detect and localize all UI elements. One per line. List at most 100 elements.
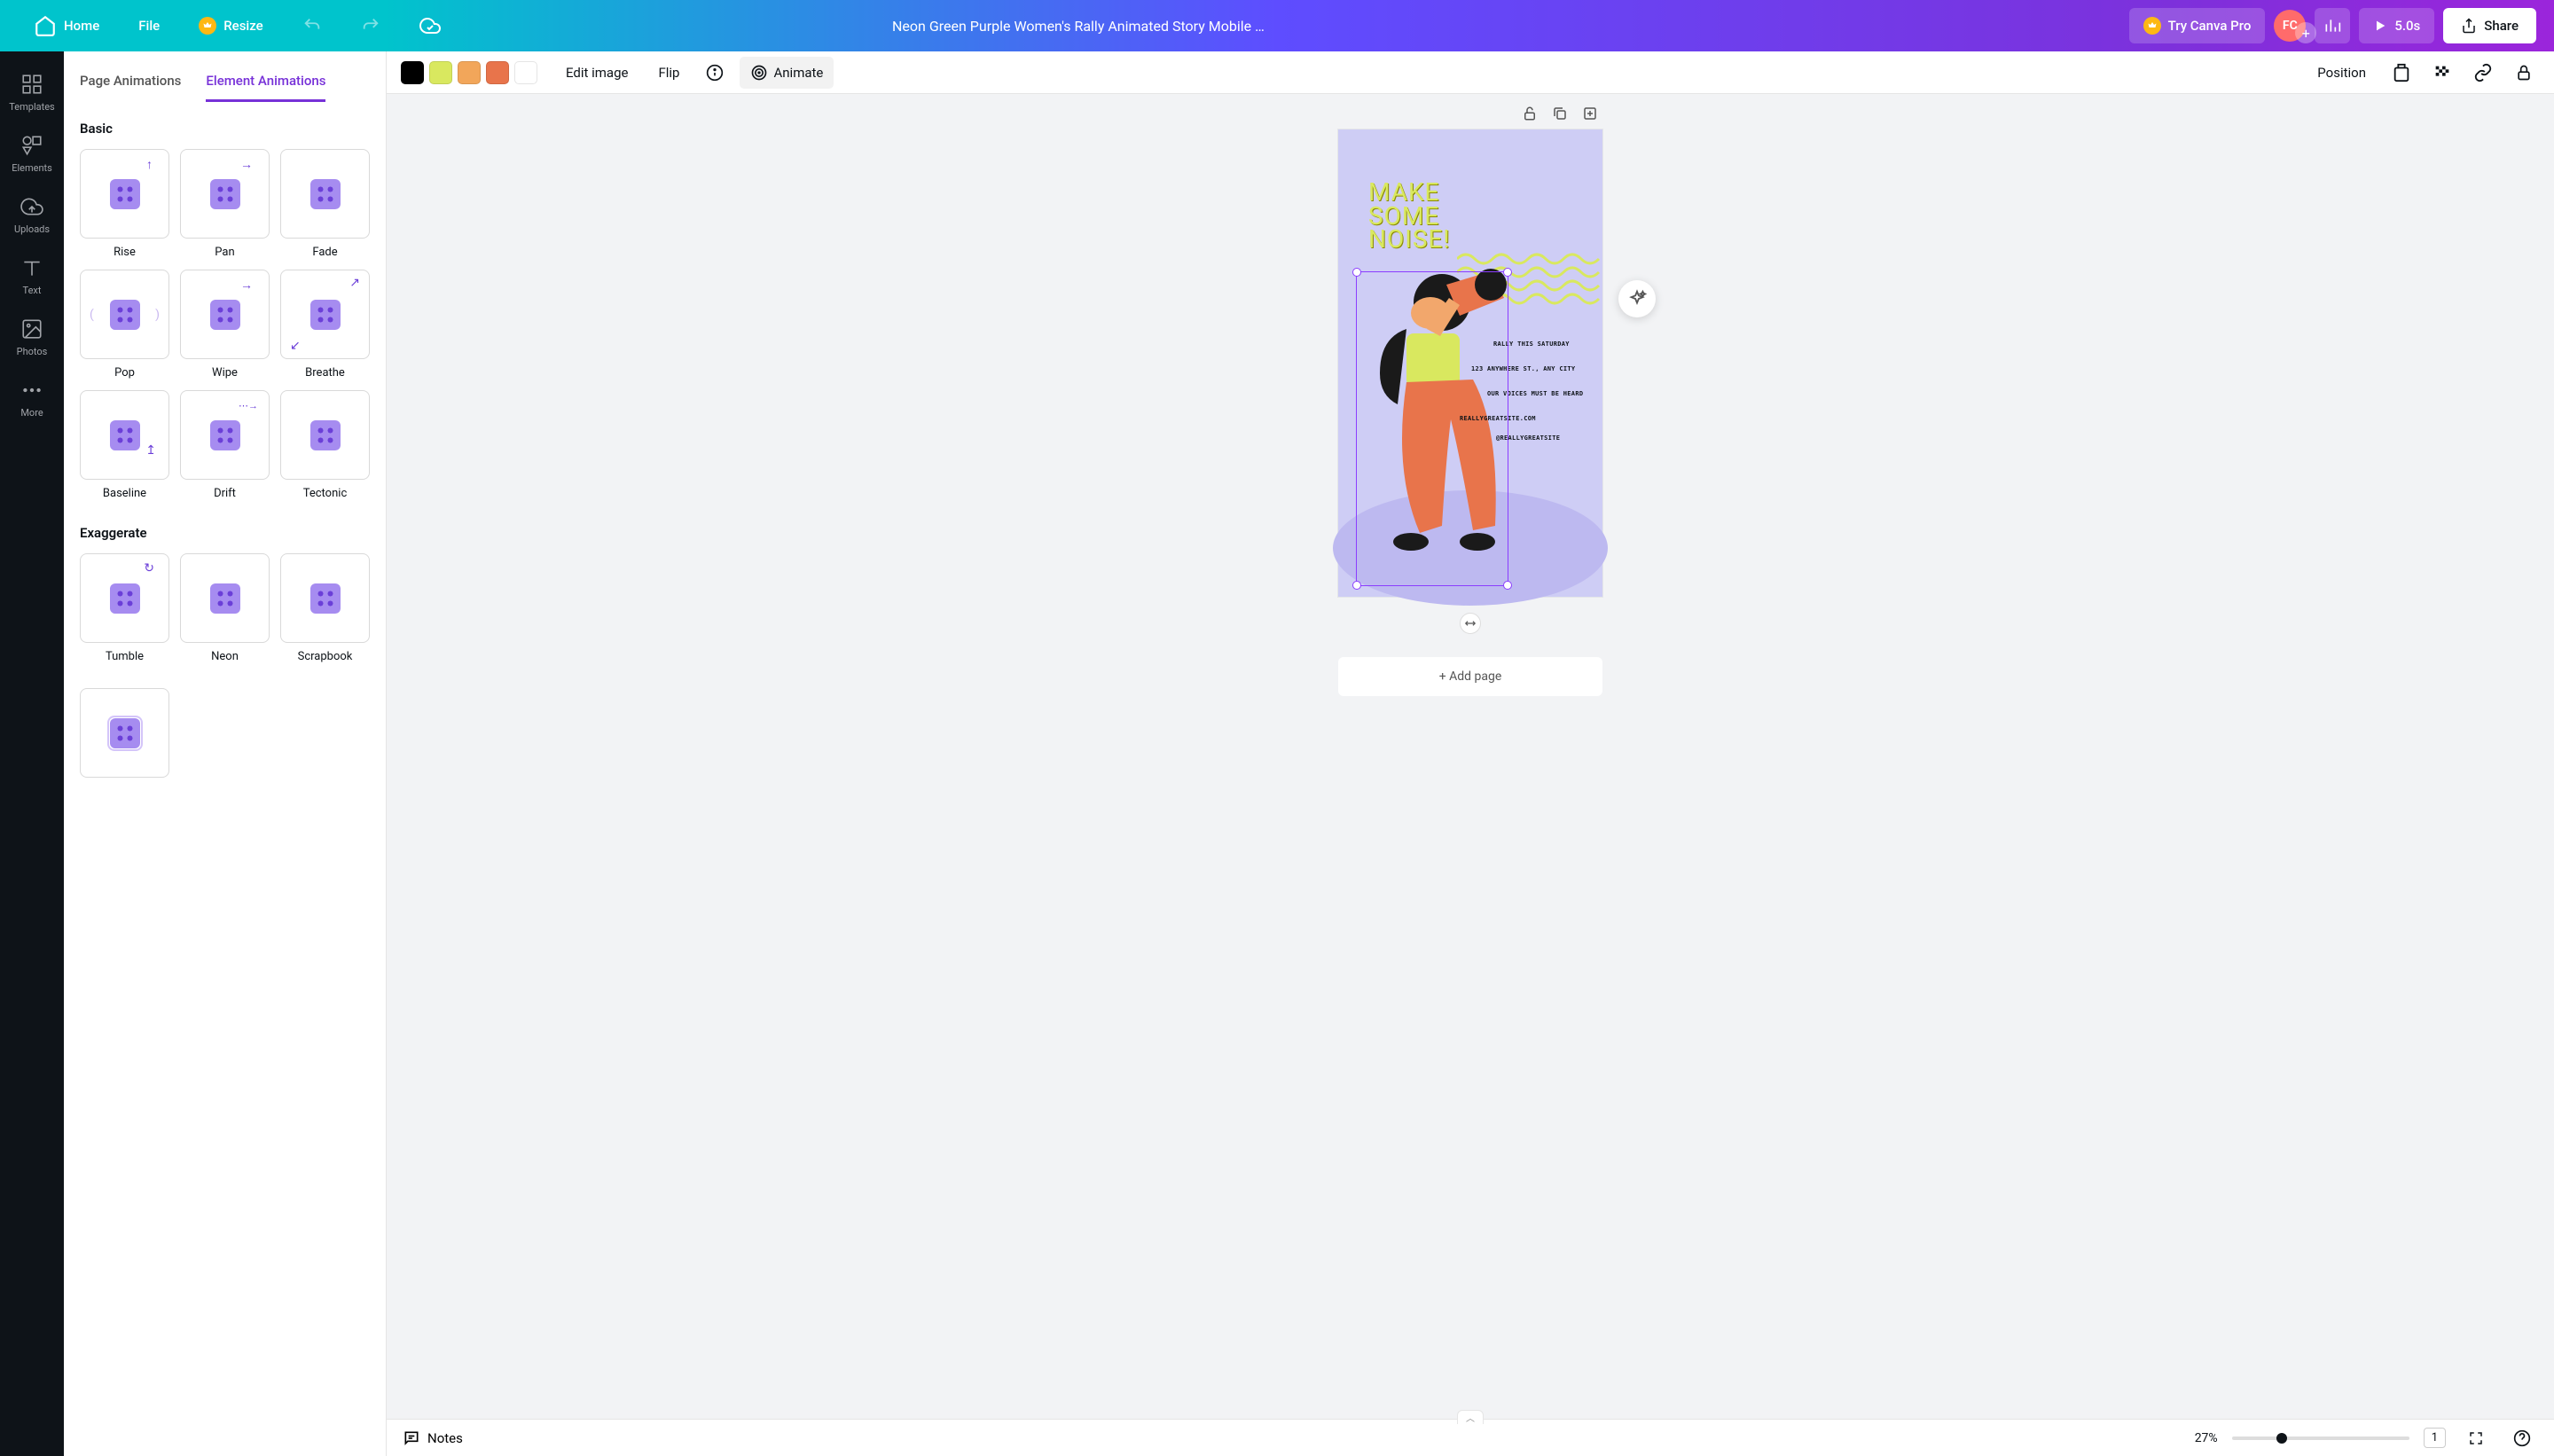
expand-timeline-button[interactable]: ︿ (1457, 1410, 1484, 1424)
selection-handle-sw[interactable] (1352, 581, 1361, 590)
rail-label: Text (23, 285, 42, 296)
share-label: Share (2484, 18, 2519, 34)
position-button[interactable]: Position (2307, 58, 2377, 88)
transparency-button[interactable] (2426, 57, 2458, 89)
selection-box[interactable] (1356, 271, 1508, 586)
animation-card-extra[interactable] (80, 688, 169, 778)
animation-card-fade[interactable]: Fade (280, 149, 370, 259)
swap-pages-button[interactable] (1460, 613, 1481, 634)
duplicate-icon (1552, 106, 1568, 121)
selection-handle-se[interactable] (1503, 581, 1512, 590)
selection-handle-nw[interactable] (1352, 268, 1361, 277)
add-page-button[interactable]: + Add page (1338, 657, 1602, 696)
headline-text[interactable]: MAKE SOME NOISE! (1368, 181, 1451, 252)
help-icon (2513, 1429, 2531, 1447)
animation-thumb (280, 149, 370, 239)
page-actions (1517, 101, 1602, 126)
notes-button[interactable]: Notes (403, 1429, 463, 1447)
animation-label: Scrapbook (298, 650, 353, 663)
page-count-badge[interactable]: 1 (2424, 1428, 2446, 1448)
animation-card-baseline[interactable]: ↥Baseline (80, 390, 169, 500)
animation-thumb (180, 553, 270, 643)
edit-image-button[interactable]: Edit image (555, 58, 638, 88)
animation-thumb: ↗↙ (280, 270, 370, 359)
try-pro-button[interactable]: Try Canva Pro (2129, 8, 2266, 43)
zoom-thumb[interactable] (2276, 1433, 2287, 1444)
animation-thumb (80, 688, 169, 778)
fullscreen-button[interactable] (2460, 1422, 2492, 1454)
animation-card-tectonic[interactable]: Tectonic (280, 390, 370, 500)
tab-element-animations[interactable]: Element Animations (206, 66, 325, 102)
cloud-check-icon (419, 15, 441, 36)
rail-uploads[interactable]: Uploads (0, 184, 64, 246)
insights-button[interactable] (2315, 8, 2350, 43)
zoom-slider[interactable] (2232, 1436, 2409, 1440)
resize-button[interactable]: Resize (183, 8, 278, 43)
section-basic-title: Basic (80, 121, 370, 137)
animation-label: Tectonic (303, 487, 348, 500)
animate-icon (750, 64, 768, 82)
rail-elements[interactable]: Elements (0, 123, 64, 184)
animate-button[interactable]: Animate (740, 57, 834, 89)
play-button[interactable]: 5.0s (2359, 8, 2434, 43)
animation-card-rise[interactable]: ↑Rise (80, 149, 169, 259)
animation-card-pan[interactable]: →Pan (180, 149, 270, 259)
notes-icon (403, 1429, 420, 1447)
undo-button[interactable] (286, 7, 338, 44)
rail-more[interactable]: More (0, 368, 64, 429)
add-page-wrapper: + Add page (1338, 622, 1602, 696)
info-button[interactable] (699, 57, 731, 89)
animation-thumb: → (180, 149, 270, 239)
animation-thumb: ↑ (80, 149, 169, 239)
cloud-sync-button[interactable] (403, 6, 457, 45)
color-swatch[interactable] (429, 61, 452, 84)
home-button[interactable]: Home (18, 5, 115, 46)
share-button[interactable]: Share (2443, 8, 2536, 43)
help-button[interactable] (2506, 1422, 2538, 1454)
page-duplicate-button[interactable] (1547, 101, 1572, 126)
extra-grid (80, 688, 370, 778)
canvas-page[interactable]: MAKE SOME NOISE! (1338, 129, 1602, 597)
link-button[interactable] (2467, 57, 2499, 89)
animation-thumb (280, 390, 370, 480)
rail-templates[interactable]: Templates (0, 62, 64, 123)
copy-style-button[interactable] (2386, 57, 2417, 89)
redo-button[interactable] (345, 7, 396, 44)
rail-label: Templates (9, 101, 54, 113)
animation-card-breathe[interactable]: ↗↙Breathe (280, 270, 370, 380)
animation-thumb: ⋯→ (180, 390, 270, 480)
animation-label: Pop (114, 366, 135, 380)
animation-card-neon[interactable]: Neon (180, 553, 270, 663)
canvas-area: Edit image Flip Animate Position (387, 51, 2554, 1456)
avatar-group[interactable]: FC + (2274, 10, 2306, 42)
animation-card-pop[interactable]: ()Pop (80, 270, 169, 380)
animations-panel: Page Animations Element Animations Basic… (64, 51, 387, 1456)
chart-icon (2323, 17, 2341, 35)
animation-label: Fade (312, 246, 337, 259)
animation-card-scrapbook[interactable]: Scrapbook (280, 553, 370, 663)
color-swatch[interactable] (514, 61, 537, 84)
page-add-button[interactable] (1578, 101, 1602, 126)
color-swatch[interactable] (401, 61, 424, 84)
ai-assist-fab[interactable] (1618, 280, 1656, 317)
document-title[interactable]: Neon Green Purple Women's Rally Animated… (892, 18, 1265, 35)
animation-card-tumble[interactable]: ↻Tumble (80, 553, 169, 663)
page-lock-button[interactable] (1517, 101, 1542, 126)
add-collaborator-icon[interactable]: + (2295, 22, 2316, 43)
file-button[interactable]: File (122, 9, 176, 43)
color-swatch[interactable] (486, 61, 509, 84)
flip-button[interactable]: Flip (647, 58, 690, 88)
color-swatch[interactable] (458, 61, 481, 84)
rail-photos[interactable]: Photos (0, 307, 64, 368)
redo-icon (361, 16, 380, 35)
tab-page-animations[interactable]: Page Animations (80, 66, 181, 102)
rail-text[interactable]: Text (0, 246, 64, 307)
undo-icon (302, 16, 322, 35)
info-icon (706, 64, 724, 82)
lock-button[interactable] (2508, 57, 2540, 89)
animation-card-wipe[interactable]: →Wipe (180, 270, 270, 380)
animation-thumb (280, 553, 370, 643)
selection-handle-ne[interactable] (1503, 268, 1512, 277)
canvas-viewport[interactable]: MAKE SOME NOISE! (387, 94, 2554, 1419)
animation-card-drift[interactable]: ⋯→Drift (180, 390, 270, 500)
